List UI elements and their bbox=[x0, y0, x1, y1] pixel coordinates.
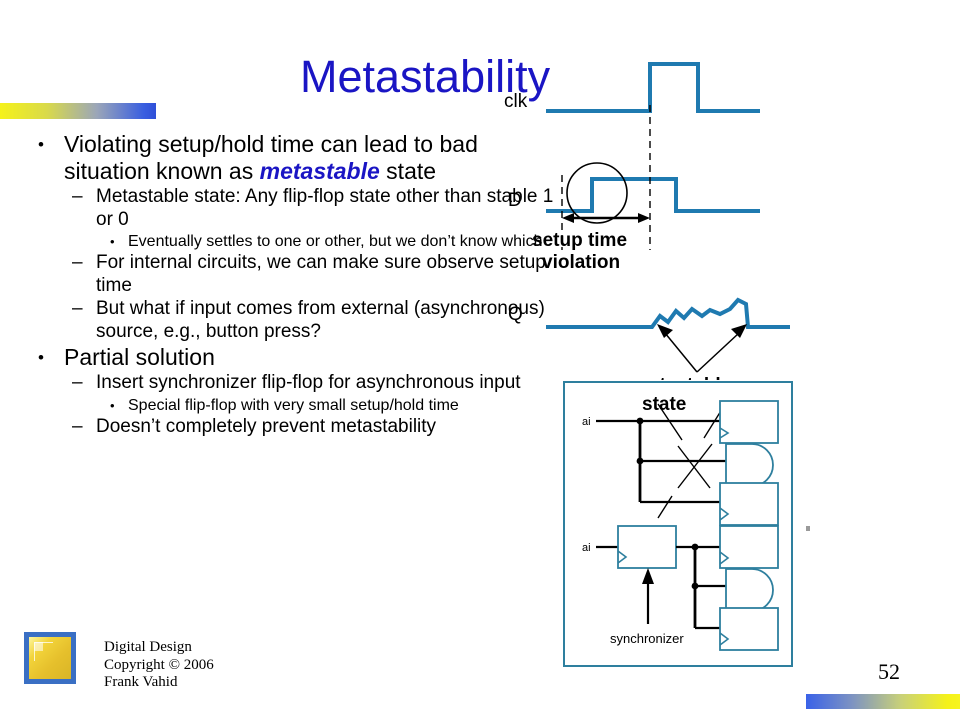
logo-nested-corner-2 bbox=[34, 642, 43, 651]
circuit-diagram-svg: ai ai synchronizer bbox=[563, 381, 793, 667]
timing-diagram-svg: clk D setup time violation Q meta bbox=[504, 62, 790, 380]
bullet-item: • Eventually settles to one or other, bu… bbox=[34, 232, 564, 251]
publisher-logo bbox=[24, 632, 76, 684]
bullet-list: • Violating setup/hold time can lead to … bbox=[34, 131, 564, 439]
signal-label-D: D bbox=[508, 190, 522, 211]
bottom-right-accent-bar bbox=[806, 694, 960, 709]
bullet-emphasis: metastable bbox=[259, 158, 380, 184]
flipflop-top-2 bbox=[719, 482, 779, 526]
flipflop-bottom-1 bbox=[719, 525, 779, 569]
synchronizer-callout-label: synchronizer bbox=[610, 631, 684, 646]
signal-label-clk: clk bbox=[504, 91, 528, 112]
bullet-marker: – bbox=[72, 186, 83, 207]
and-gate-bottom bbox=[725, 568, 774, 612]
footer-line-3: Frank Vahid bbox=[104, 674, 178, 690]
metastable-callout-arrows bbox=[657, 324, 747, 373]
bullet-marker: – bbox=[72, 298, 83, 319]
bottom-circuit-input-label: ai bbox=[582, 542, 591, 554]
bullet-item: – Doesn’t completely prevent metastabili… bbox=[34, 416, 564, 439]
d-waveform bbox=[546, 177, 760, 213]
flipflop-top-1 bbox=[719, 400, 779, 444]
bullet-text-part: state bbox=[379, 158, 437, 184]
bullet-marker: • bbox=[110, 397, 115, 413]
top-left-accent-bar bbox=[0, 103, 156, 119]
slash-mark bbox=[677, 443, 713, 489]
slash-mark bbox=[657, 495, 673, 519]
setup-violation-label-line1: setup time bbox=[532, 230, 627, 251]
bullet-text: Partial solution bbox=[64, 344, 215, 370]
footer-line-1: Digital Design bbox=[104, 639, 192, 655]
bullet-item: – For internal circuits, we can make sur… bbox=[34, 252, 564, 297]
flipflop-bottom-2 bbox=[719, 607, 779, 651]
bullet-text: Violating setup/hold time can lead to ba… bbox=[64, 131, 564, 185]
synchronizer-flipflop bbox=[617, 525, 677, 569]
bullet-marker: • bbox=[110, 234, 115, 249]
q-waveform-metastable bbox=[546, 297, 790, 329]
bullet-item: • Special flip-flop with very small setu… bbox=[34, 396, 564, 415]
bullet-marker: – bbox=[72, 415, 83, 437]
bullet-marker: • bbox=[38, 348, 44, 367]
timing-diagram-figure: clk D setup time violation Q meta bbox=[490, 50, 950, 415]
setup-violation-label-line2: violation bbox=[542, 252, 620, 273]
bullet-text: Doesn’t completely prevent metastability bbox=[96, 415, 437, 437]
clk-waveform bbox=[546, 62, 760, 113]
signal-label-Q: Q bbox=[508, 304, 523, 325]
footer-credit: Digital Design Copyright © 2006 Frank Va… bbox=[104, 639, 214, 692]
top-circuit-input-label: ai bbox=[582, 416, 591, 428]
transition-highlight-circle bbox=[566, 162, 628, 224]
circuit-diagram-figure: ai ai synchronizer bbox=[560, 378, 800, 670]
bullet-marker: – bbox=[72, 252, 83, 273]
and-gate-top bbox=[725, 443, 774, 487]
bullet-item: – Insert synchronizer flip-flop for asyn… bbox=[34, 372, 564, 395]
bullet-marker: • bbox=[38, 135, 44, 154]
page-number: 52 bbox=[878, 659, 900, 684]
bullet-item: • Partial solution bbox=[34, 344, 564, 371]
synchronizer-callout-arrow bbox=[642, 568, 654, 624]
bullet-text: Special flip-flop with very small setup/… bbox=[128, 396, 459, 414]
logo-inner-square bbox=[29, 637, 71, 679]
bullet-item: – Metastable state: Any flip-flop state … bbox=[34, 186, 564, 231]
bullet-item: • Violating setup/hold time can lead to … bbox=[34, 131, 564, 185]
footer-line-2: Copyright © 2006 bbox=[104, 656, 214, 673]
stray-artifact-mark bbox=[806, 526, 810, 531]
bullet-marker: – bbox=[72, 372, 83, 393]
bullet-item: – But what if input comes from external … bbox=[34, 298, 564, 343]
